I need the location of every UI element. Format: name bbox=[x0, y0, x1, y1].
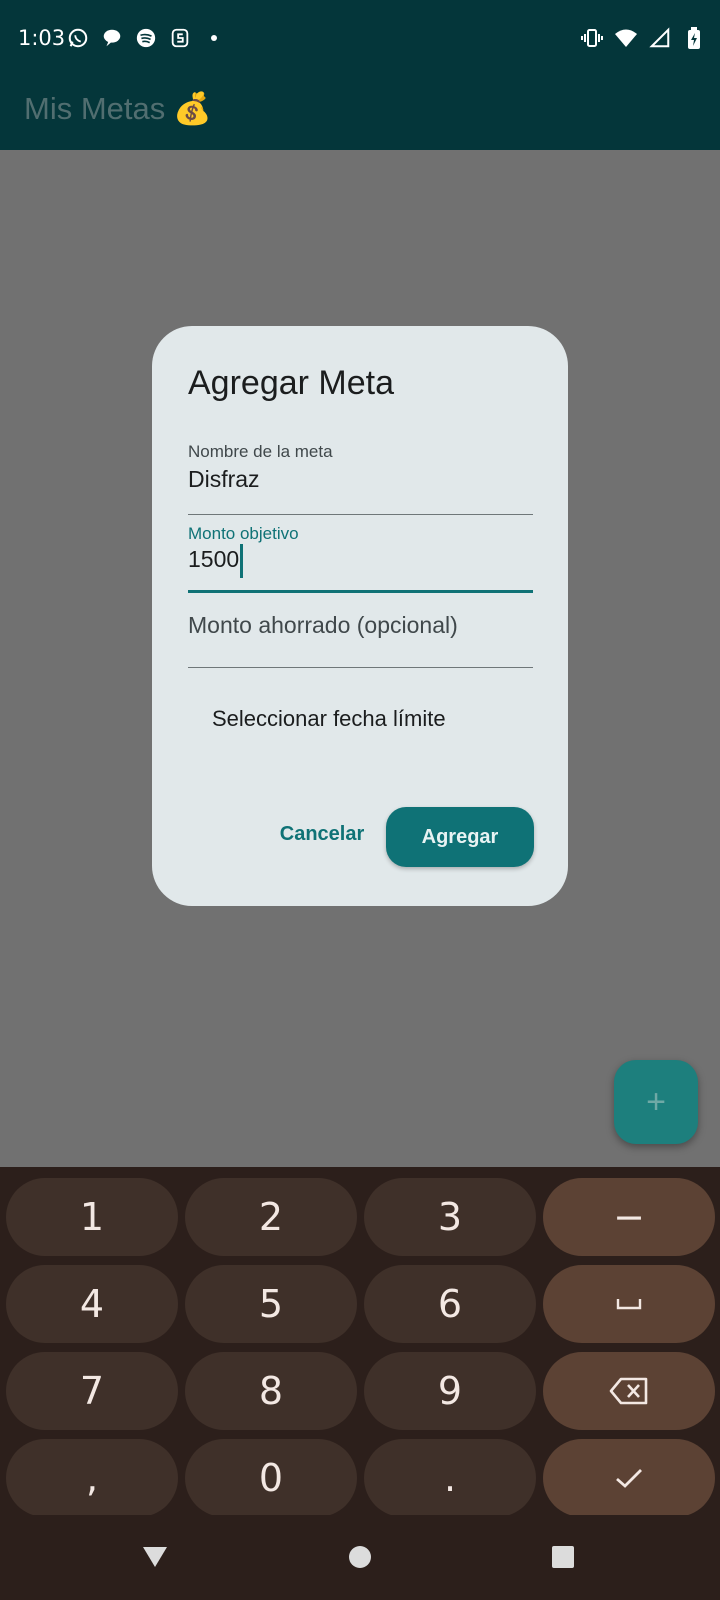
spotify-icon bbox=[134, 26, 158, 50]
dialog-title: Agregar Meta bbox=[188, 364, 394, 402]
add-goal-fab[interactable]: + bbox=[614, 1060, 698, 1144]
key-space[interactable] bbox=[543, 1265, 715, 1343]
status-time: 1:03 bbox=[18, 26, 66, 50]
key-done[interactable] bbox=[543, 1439, 715, 1517]
battery-icon bbox=[682, 26, 706, 50]
key-0[interactable]: 0 bbox=[185, 1439, 357, 1517]
goal-name-field[interactable]: Nombre de la meta Disfraz bbox=[188, 442, 533, 528]
space-icon bbox=[616, 1299, 642, 1310]
key-period[interactable]: . bbox=[364, 1439, 536, 1517]
plus-icon: + bbox=[646, 1082, 666, 1121]
key-3[interactable]: 3 bbox=[364, 1178, 536, 1256]
key-5[interactable]: 5 bbox=[185, 1265, 357, 1343]
status-bar: 1:03 bbox=[0, 0, 720, 78]
s-app-icon bbox=[168, 26, 192, 50]
target-amount-input[interactable]: 1500 bbox=[188, 544, 244, 578]
key-minus[interactable]: − bbox=[543, 1178, 715, 1256]
notification-icons bbox=[66, 26, 226, 50]
money-bag-icon: 💰 bbox=[173, 91, 212, 126]
target-amount-underline bbox=[188, 590, 533, 593]
key-1[interactable]: 1 bbox=[6, 1178, 178, 1256]
goal-name-underline bbox=[188, 514, 533, 515]
app-title: Mis Metas 💰 bbox=[24, 90, 212, 127]
cancel-button[interactable]: Cancelar bbox=[272, 812, 372, 856]
text-caret bbox=[240, 544, 244, 578]
saved-amount-field[interactable]: Monto ahorrado (opcional) bbox=[188, 612, 533, 698]
select-deadline-button[interactable]: Seleccionar fecha límite bbox=[212, 706, 446, 732]
check-icon bbox=[616, 1469, 642, 1488]
add-goal-dialog: Agregar Meta Nombre de la meta Disfraz M… bbox=[152, 326, 568, 906]
dot-icon bbox=[202, 26, 226, 50]
key-9[interactable]: 9 bbox=[364, 1352, 536, 1430]
recents-button[interactable] bbox=[541, 1535, 585, 1579]
navigation-bar bbox=[0, 1515, 720, 1600]
add-button[interactable]: Agregar bbox=[386, 807, 534, 867]
key-8[interactable]: 8 bbox=[185, 1352, 357, 1430]
whatsapp-icon bbox=[66, 26, 90, 50]
back-icon bbox=[143, 1547, 167, 1567]
key-4[interactable]: 4 bbox=[6, 1265, 178, 1343]
numeric-keyboard: 1 2 3 − 4 5 6 7 8 9 , 0 . bbox=[0, 1167, 720, 1517]
key-2[interactable]: 2 bbox=[185, 1178, 357, 1256]
key-6[interactable]: 6 bbox=[364, 1265, 536, 1343]
target-amount-label: Monto objetivo bbox=[188, 524, 299, 543]
key-comma[interactable]: , bbox=[6, 1439, 178, 1517]
saved-amount-placeholder: Monto ahorrado (opcional) bbox=[188, 612, 458, 638]
goal-name-input[interactable]: Disfraz bbox=[188, 466, 260, 493]
recents-icon bbox=[552, 1546, 574, 1568]
home-icon bbox=[349, 1546, 371, 1568]
backspace-icon bbox=[609, 1377, 648, 1405]
saved-amount-underline bbox=[188, 667, 533, 668]
system-icons bbox=[580, 26, 706, 50]
goal-name-label: Nombre de la meta bbox=[188, 442, 333, 461]
app-title-text: Mis Metas bbox=[24, 91, 166, 126]
back-button[interactable] bbox=[133, 1535, 177, 1579]
wifi-icon bbox=[614, 26, 638, 50]
key-backspace[interactable] bbox=[543, 1352, 715, 1430]
app-bar: Mis Metas 💰 bbox=[0, 78, 720, 150]
target-amount-field[interactable]: Monto objetivo 1500 bbox=[188, 524, 533, 610]
home-button[interactable] bbox=[338, 1535, 382, 1579]
key-7[interactable]: 7 bbox=[6, 1352, 178, 1430]
chat-bubble-icon bbox=[100, 26, 124, 50]
signal-icon bbox=[648, 26, 672, 50]
vibrate-icon bbox=[580, 26, 604, 50]
target-amount-value: 1500 bbox=[188, 546, 240, 573]
